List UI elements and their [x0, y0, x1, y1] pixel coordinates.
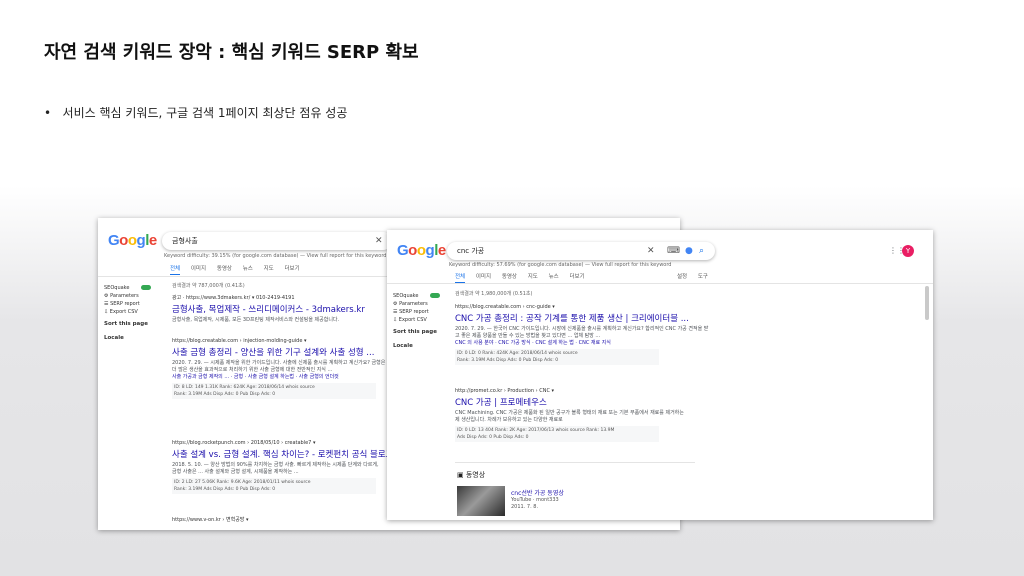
tab-all[interactable]: 전체 [170, 266, 181, 275]
seoquake-toggle[interactable] [430, 293, 441, 298]
sidebar-locale[interactable]: Locale [104, 335, 124, 341]
sidebar-locale[interactable]: Locale [393, 343, 413, 349]
result-url[interactable]: https://blog.rocketpunch.com › 2018/05/1… [172, 440, 394, 446]
search-result: https://blog.rocketpunch.com › 2018/05/1… [172, 440, 394, 494]
tab-all[interactable]: 전체 [455, 274, 466, 283]
seoquake-brand: SEOquake [393, 293, 419, 299]
slide-bullet: • 서비스 핵심 키워드, 구글 검색 1페이지 최상단 점유 성공 [44, 106, 348, 120]
result-title[interactable]: 금형사출, 목업제작 - 쓰리디메이커스 - 3dmakers.kr [172, 303, 365, 315]
search-input[interactable]: 금형사출 ✕ [162, 232, 392, 250]
tab-maps[interactable]: 지도 [528, 274, 538, 280]
tab-maps[interactable]: 지도 [264, 266, 274, 272]
search-result: https://blog.creatable.com › injection-m… [172, 338, 385, 399]
seoquake-metrics: ID: 0 LD: 0 Rank: 424K Age: 2018/06/14 w… [455, 349, 659, 365]
google-logo: Google [397, 242, 446, 259]
result-url[interactable]: https://www.v-on.kr › 변혁공방 ▾ [172, 516, 249, 523]
video-title[interactable]: cnc선반 가공 동영상 [511, 488, 564, 497]
result-title[interactable]: CNC 가공 | 프로메테우스 [455, 396, 684, 408]
result-sitelinks[interactable]: 사출 가공과 금형 제작의 ... · 금형 · 사출 금형 설계 하는법 · … [172, 374, 385, 381]
search-tabs: 전체 이미지 동영상 지도 뉴스 더보기 [455, 272, 594, 283]
sidebar-serp-report[interactable]: SERP report [110, 301, 140, 307]
slide-title: 자연 검색 키워드 장악 : 핵심 키워드 SERP 확보 [44, 42, 419, 63]
result-snippet: CNC Machining. CNC 가공은 제품화 된 일반 공구가 블록 형… [455, 410, 684, 423]
search-icon[interactable]: ⌕ [699, 242, 704, 260]
settings-link[interactable]: 설정 [677, 274, 687, 280]
keyword-difficulty: Keyword difficulty: 57.69% (for google.c… [449, 262, 672, 268]
search-result: https://www.v-on.kr › 변혁공방 ▾ [172, 516, 249, 523]
search-result: http://promet.co.kr › Production › CNC ▾… [455, 388, 684, 442]
seoquake-metrics: ID: 0 LD: 13 404 Rank: 2K Age: 2017/06/1… [455, 426, 659, 442]
sidebar-sort[interactable]: Sort this page [104, 321, 148, 327]
result-snippet: 금형사출, 목업제작, 시제품, 모든 3D프린팅 제작서비스와 컨설팅을 제공… [172, 317, 340, 323]
search-result: 광고 · https://www.3dmakers.kr/ ▾ 010-2419… [172, 294, 365, 324]
result-snippet: 2020. 7. 29. — 한국어 CNC 가이드입니다. 시장에 신제품을 … [455, 326, 709, 339]
seoquake-sidebar: SEOquake ⚙ Parameters ☰ SERP report ⇩ Ex… [104, 284, 152, 342]
result-title[interactable]: 사출 설계 vs. 금형 설계. 핵심 차이는? - 로켓펀치 공식 블로그 [172, 448, 394, 460]
scrollbar-thumb[interactable] [925, 286, 929, 320]
seoquake-metrics: ID: 2 LD: 27 5.06K Rank: 9.6K Age: 2018/… [172, 478, 376, 494]
video-thumbnail[interactable] [457, 486, 505, 516]
result-count: 검색결과 약 1,980,000개 (0.51초) [455, 291, 533, 297]
result-snippet: 2018. 5. 10. — 양산 방법의 90%를 차지하는 금형 사출. 빠… [172, 462, 379, 475]
sidebar-export-csv[interactable]: Export CSV [110, 309, 138, 315]
sidebar-export-csv[interactable]: Export CSV [399, 317, 427, 323]
sidebar-parameters[interactable]: Parameters [110, 293, 139, 299]
search-query: cnc 가공 [457, 247, 485, 255]
result-url[interactable]: http://promet.co.kr › Production › CNC ▾ [455, 388, 684, 394]
video-icon: ▣ [457, 471, 464, 479]
search-result: https://blog.creatable.com › cnc-guide ▾… [455, 304, 708, 365]
tab-videos[interactable]: 동영상 [502, 274, 517, 280]
tab-more[interactable]: 더보기 [570, 274, 585, 280]
search-query: 금형사출 [172, 237, 198, 245]
search-tools: 설정 도구 [677, 272, 717, 280]
seoquake-brand: SEOquake [104, 285, 130, 291]
tab-news[interactable]: 뉴스 [243, 266, 253, 272]
tab-images[interactable]: 이미지 [191, 266, 206, 272]
result-url[interactable]: https://blog.creatable.com › injection-m… [172, 338, 385, 344]
video-item: cnc선반 가공 동영상 YouTube · mont333 2011. 7. … [511, 488, 564, 511]
tools-link[interactable]: 도구 [698, 274, 708, 280]
keyboard-icon[interactable]: ⌨ [667, 242, 680, 260]
sidebar-parameters[interactable]: Parameters [399, 301, 428, 307]
clear-icon[interactable]: ✕ [375, 232, 383, 250]
result-url[interactable]: 광고 · https://www.3dmakers.kr/ ▾ 010-2419… [172, 294, 365, 301]
result-url[interactable]: https://blog.creatable.com › cnc-guide ▾ [455, 304, 708, 310]
seoquake-sidebar: SEOquake ⚙ Parameters ☰ SERP report ⇩ Ex… [393, 292, 441, 350]
tab-news[interactable]: 뉴스 [549, 274, 559, 280]
keyword-difficulty: Keyword difficulty: 39.15% (for google.c… [164, 253, 387, 259]
result-title[interactable]: 사출 금형 총정리 - 양산을 위한 기구 설계와 사출 성형 ... [172, 346, 385, 358]
result-snippet: 2020. 7. 29. — 시제품 제작을 위한 가이드입니다. 사출에 신제… [172, 360, 386, 373]
seoquake-metrics: ID: 8 LD: 149 1.31K Rank: 624K Age: 2018… [172, 383, 376, 399]
result-sitelinks[interactable]: CNC 의 사용 분야 · CNC 가공 방식 · CNC 설계 하는 법 · … [455, 340, 708, 347]
search-tabs: 전체 이미지 동영상 뉴스 지도 더보기 [170, 264, 309, 275]
result-title[interactable]: CNC 가공 총정리 : 공작 기계를 통한 제품 생산 | 크리에이터블 ..… [455, 312, 708, 324]
screenshot-serp-cnc: Google cnc 가공 ✕ ⌨ ● ⌕ ⋮⋮ Y Keyword diffi… [387, 230, 933, 520]
section-divider [455, 462, 695, 463]
avatar[interactable]: Y [902, 245, 914, 257]
tabs-divider [387, 283, 933, 284]
video-date: 2011. 7. 8. [511, 504, 539, 510]
search-input[interactable]: cnc 가공 ✕ ⌨ ● ⌕ [447, 242, 715, 260]
slide-bullet-text: 서비스 핵심 키워드, 구글 검색 1페이지 최상단 점유 성공 [62, 106, 348, 120]
google-logo: Google [108, 232, 157, 249]
result-count: 검색결과 약 787,000개 (0.41초) [172, 283, 245, 289]
sidebar-sort[interactable]: Sort this page [393, 329, 437, 335]
video-section-heading: ▣ 동영상 [457, 471, 486, 479]
tab-videos[interactable]: 동영상 [217, 266, 232, 272]
sidebar-serp-report[interactable]: SERP report [399, 309, 429, 315]
seoquake-toggle[interactable] [141, 285, 152, 290]
tab-images[interactable]: 이미지 [476, 274, 491, 280]
tab-more[interactable]: 더보기 [285, 266, 300, 272]
mic-icon[interactable]: ● [685, 242, 693, 260]
video-source: YouTube · mont333 [511, 497, 559, 503]
clear-icon[interactable]: ✕ [647, 242, 655, 260]
